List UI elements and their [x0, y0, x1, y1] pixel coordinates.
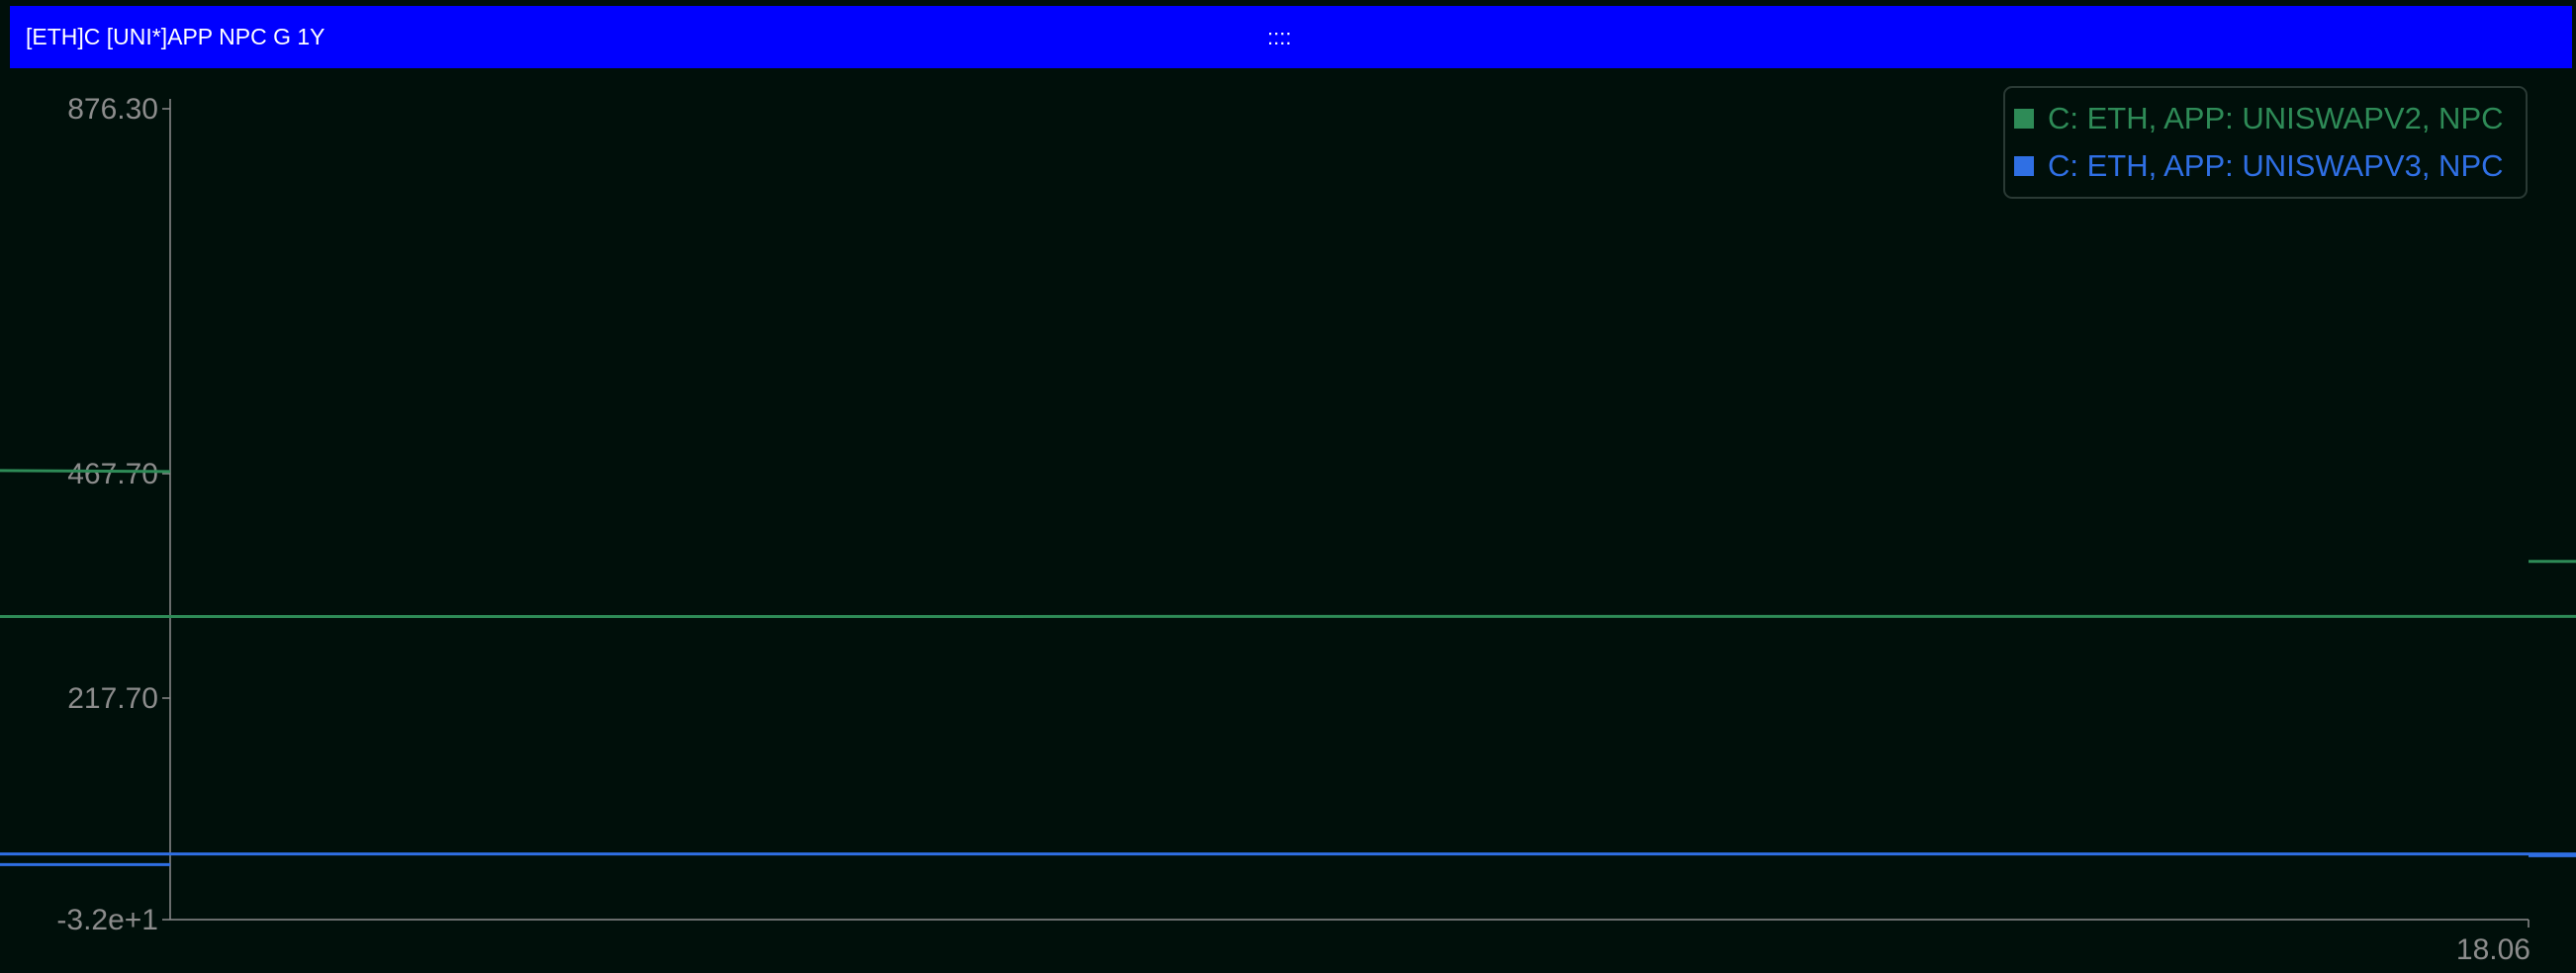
x-tick-label: 18.06: [2456, 933, 2530, 966]
y-tick-label: 467.70: [67, 458, 158, 490]
line-chart: 876.30 467.70 217.70 -3.2e+1 26.0610.0724.0…: [0, 86, 2576, 966]
y-tick-label: 217.70: [67, 682, 158, 715]
x-axis-ticks: 26.0610.0724.0708.0823.0807.0921.0905.10…: [2456, 920, 2530, 966]
legend-swatch-uniswapv2: [2014, 109, 2034, 129]
legend-label-uniswapv2: C: ETH, APP: UNISWAPV2, NPC: [2048, 101, 2504, 135]
y-tick-label: -3.2e+1: [56, 904, 158, 936]
series-line-uniswapv2: [0, 226, 2576, 750]
y-axis-ticks: 876.30 467.70 217.70 -3.2e+1: [56, 93, 170, 936]
y-tick-label: 876.30: [67, 93, 158, 126]
chart-window: [ETH]C [UNI*]APP NPC G 1Y :::: 876.30 467…: [0, 0, 2576, 973]
legend-swatch-uniswapv3: [2014, 156, 2034, 176]
legend: C: ETH, APP: UNISWAPV2, NPC C: ETH, APP:…: [2003, 86, 2528, 199]
series-line-uniswapv3: [0, 820, 2576, 869]
legend-label-uniswapv3: C: ETH, APP: UNISWAPV3, NPC: [2048, 148, 2504, 183]
series-layer: [0, 226, 2576, 869]
